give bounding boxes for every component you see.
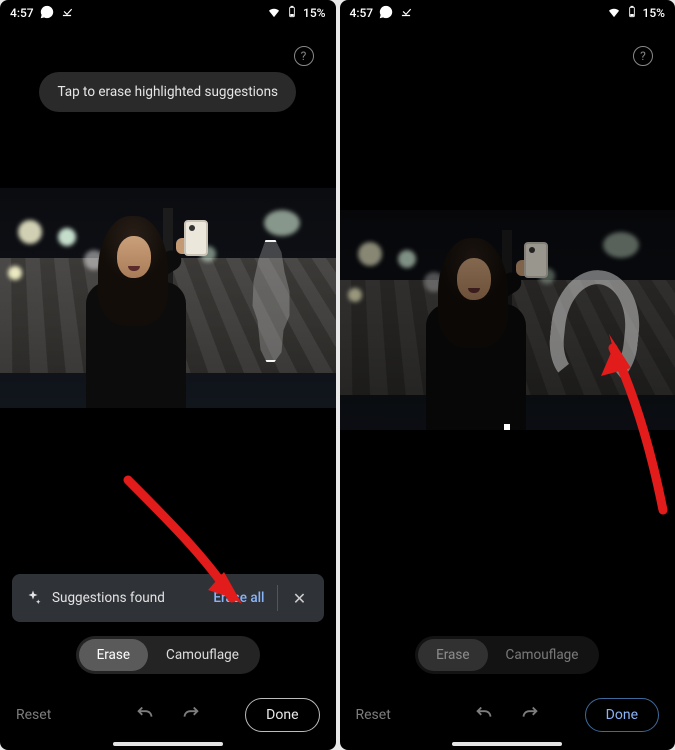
gesture-bar[interactable] <box>452 742 562 746</box>
redo-icon[interactable] <box>180 702 202 728</box>
photo-subject <box>86 216 202 408</box>
gesture-bar[interactable] <box>113 742 223 746</box>
battery-icon <box>625 5 639 22</box>
mode-switch: Erase Camouflage <box>340 636 675 674</box>
battery-icon <box>285 5 299 22</box>
photo-canvas[interactable] <box>340 210 675 430</box>
download-done-icon <box>399 5 413 22</box>
done-button[interactable]: Done <box>245 698 319 732</box>
bottom-toolbar: Reset Done <box>0 698 336 732</box>
mode-camouflage[interactable]: Camouflage <box>148 639 257 671</box>
status-time: 4:57 <box>350 6 374 20</box>
wifi-icon <box>267 5 281 22</box>
mode-erase[interactable]: Erase <box>79 639 148 671</box>
photo-canvas[interactable] <box>0 188 336 408</box>
mode-camouflage[interactable]: Camouflage <box>488 639 597 671</box>
undo-icon[interactable] <box>473 702 495 728</box>
status-bar: 4:57 15% <box>0 0 336 26</box>
bottom-toolbar: Reset Done <box>340 698 675 732</box>
redo-icon[interactable] <box>519 702 541 728</box>
status-bar: 4:57 15% <box>340 0 675 26</box>
help-icon[interactable]: ? <box>633 46 653 66</box>
dismiss-suggestions-button[interactable]: ✕ <box>280 589 320 608</box>
help-icon[interactable]: ? <box>294 46 314 66</box>
battery-text: 15% <box>303 6 325 20</box>
mode-erase[interactable]: Erase <box>418 639 487 671</box>
download-done-icon <box>60 5 74 22</box>
status-time: 4:57 <box>10 6 34 20</box>
hint-tooltip: Tap to erase highlighted suggestions <box>39 72 296 112</box>
undo-icon[interactable] <box>134 702 156 728</box>
erase-all-button[interactable]: Erase all <box>203 582 274 614</box>
wifi-icon <box>607 5 621 22</box>
magic-eraser-screen-brushing: 4:57 15% ? <box>340 0 675 750</box>
reset-button[interactable]: Reset <box>356 707 391 723</box>
crop-handle[interactable] <box>504 424 510 430</box>
suggestions-toast: Suggestions found Erase all ✕ <box>12 574 324 622</box>
suggestions-label: Suggestions found <box>52 590 165 606</box>
reset-button[interactable]: Reset <box>16 707 51 723</box>
battery-text: 15% <box>643 6 665 20</box>
whatsapp-icon <box>379 5 393 22</box>
sparkle-icon <box>24 589 42 607</box>
hint-tooltip-text: Tap to erase highlighted suggestions <box>57 84 278 100</box>
done-button[interactable]: Done <box>585 698 659 732</box>
mode-switch: Erase Camouflage <box>0 636 336 674</box>
magic-eraser-screen-suggestions: 4:57 15% ? Tap to era <box>0 0 336 750</box>
whatsapp-icon <box>40 5 54 22</box>
